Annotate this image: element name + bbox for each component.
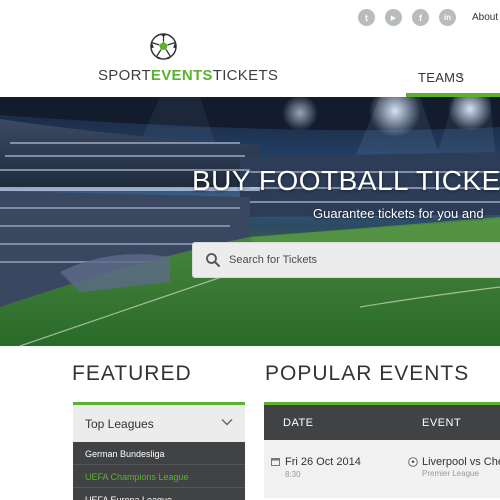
column-date: DATE <box>283 417 314 429</box>
column-event: EVENT <box>422 417 462 429</box>
popular-events-heading: POPULAR EVENTS <box>265 362 470 385</box>
logo-sport: SPORT <box>98 67 151 84</box>
about-link[interactable]: About U <box>472 12 500 23</box>
linkedin-icon[interactable]: in <box>439 9 456 26</box>
soccer-ball-icon <box>408 457 418 467</box>
hero-banner: BUY FOOTBALL TICKETS Guarantee tickets f… <box>0 97 500 346</box>
logo-events: EVENTS <box>150 67 213 84</box>
caret-down-icon: ▼ <box>458 73 465 80</box>
site-logo[interactable]: SPORTEVENTSTICKETS <box>98 33 278 85</box>
chevron-down-icon <box>221 419 233 426</box>
event-competition: Premier League <box>422 469 479 478</box>
featured-heading: FEATURED <box>72 362 192 385</box>
twitter-icon[interactable]: t <box>358 9 375 26</box>
table-header: DATE EVENT <box>264 405 500 440</box>
stadium-illustration <box>0 97 500 346</box>
ticket-search-input[interactable]: Search for Tickets <box>192 242 500 278</box>
top-leagues-dropdown[interactable]: Top Leagues <box>73 405 245 442</box>
league-item[interactable]: UEFA Champions League <box>73 465 245 488</box>
event-date: Fri 26 Oct 2014 <box>285 456 361 468</box>
popular-events-table: DATE EVENT Fri 26 Oct 2014 8:30 Liverpoo… <box>264 402 500 500</box>
logo-wordmark: SPORTEVENTSTICKETS <box>98 67 278 84</box>
site-header: t ▶ f in About U SPORTEVENTSTICKETS TEAM… <box>0 0 500 97</box>
facebook-icon[interactable]: f <box>412 9 429 26</box>
top-leagues-panel: Top Leagues German Bundesliga UEFA Champ… <box>73 402 245 500</box>
search-icon <box>206 253 220 267</box>
linkedin-glyph: in <box>443 13 452 22</box>
top-leagues-label: Top Leagues <box>85 417 154 431</box>
league-item[interactable]: German Bundesliga <box>73 442 245 465</box>
event-time: 8:30 <box>285 470 301 479</box>
twitter-glyph: t <box>365 12 368 23</box>
hero-subtitle: Guarantee tickets for you and <box>313 206 484 221</box>
logo-tickets: TICKETS <box>212 67 279 84</box>
facebook-glyph: f <box>419 12 422 23</box>
hero-title: BUY FOOTBALL TICKETS <box>192 165 500 196</box>
youtube-icon[interactable]: ▶ <box>385 9 402 26</box>
soccer-ball-icon <box>150 33 177 60</box>
search-placeholder: Search for Tickets <box>229 254 318 266</box>
calendar-icon <box>271 458 280 466</box>
event-match-link[interactable]: Liverpool vs Che <box>422 456 500 468</box>
league-item[interactable]: UEFA Europa League <box>73 488 245 500</box>
nav-teams[interactable]: TEAMS ▼ <box>406 70 500 97</box>
social-links: t ▶ f in <box>358 9 456 26</box>
youtube-glyph: ▶ <box>390 14 397 22</box>
